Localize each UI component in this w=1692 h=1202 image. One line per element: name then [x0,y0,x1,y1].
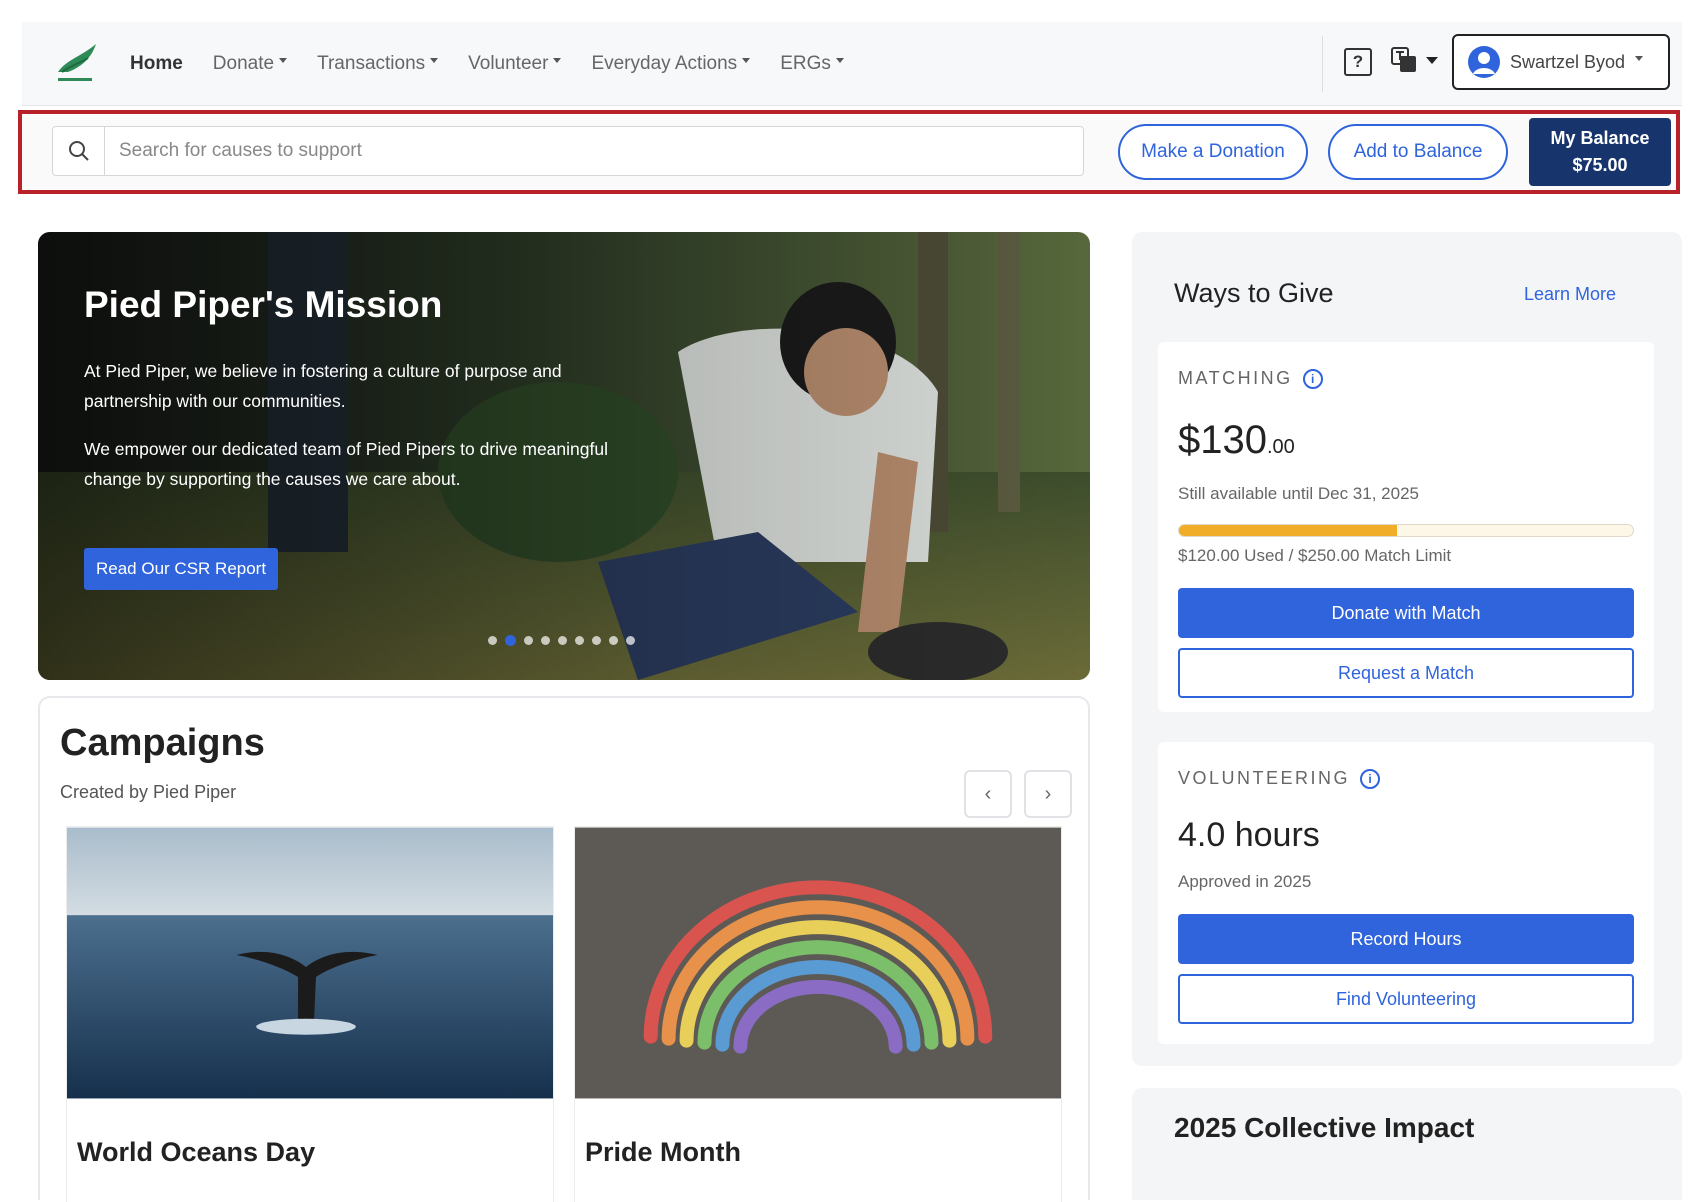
carousel-dot[interactable] [541,636,550,645]
carousel-dot[interactable] [626,636,635,645]
nav-item-donate[interactable]: Donate [212,53,288,75]
nav-item-label: Volunteer [468,53,549,74]
search-box [52,126,1084,176]
whale-tail-image [67,827,553,1099]
collective-impact-panel: 2025 Collective Impact [1132,1088,1682,1200]
chevron-down-icon [1426,56,1438,64]
match-progress-fill [1179,525,1397,536]
nav-item-ergs[interactable]: ERGs [780,53,844,75]
nav-item-label: ERGs [780,53,831,74]
campaigns-section: Campaigns Created by Pied Piper ‹ › Worl… [38,696,1090,1202]
match-progress-bar [1178,524,1634,537]
find-volunteering-button[interactable]: Find Volunteering [1178,974,1634,1024]
campaign-card-title: World Oceans Day [77,1137,316,1167]
make-donation-button[interactable]: Make a Donation [1118,124,1308,180]
balance-value: $75.00 [1572,155,1628,175]
nav-item-everyday-actions[interactable]: Everyday Actions [591,53,751,75]
chalk-rainbow-image [575,827,1061,1099]
ways-to-give-panel: Ways to Give Learn More MATCHING i $130.… [1132,232,1682,1066]
ways-to-give-title: Ways to Give [1174,278,1334,308]
mission-hero-banner: Pied Piper's Mission At Pied Piper, we b… [38,232,1090,680]
match-usage-text: $120.00 Used / $250.00 Match Limit [1178,546,1452,565]
request-match-button[interactable]: Request a Match [1178,648,1634,698]
volunteer-hours: 4.0 hours [1178,816,1320,854]
search-icon[interactable] [53,127,105,175]
action-bar: Make a Donation Add to Balance My Balanc… [18,110,1680,194]
translate-icon [1391,47,1416,72]
matching-label-text: MATCHING [1178,368,1293,388]
top-navbar: Home Donate Transactions Volunteer Everyday … [22,22,1682,106]
language-menu[interactable] [1390,46,1438,74]
nav-divider [1322,36,1323,92]
carousel-dot[interactable] [575,636,584,645]
carousel-dot[interactable] [524,636,533,645]
help-icon[interactable]: ? [1344,48,1372,76]
hero-paragraph-1: At Pied Piper, we believe in fostering a… [84,361,562,411]
volunteering-label: VOLUNTEERING i [1178,768,1381,789]
add-to-balance-button[interactable]: Add to Balance [1328,124,1508,180]
carousel-prev-button[interactable]: ‹ [964,770,1012,818]
nav-item-label: Donate [212,53,275,74]
chevron-down-icon [279,57,288,63]
user-name: Swartzel Byod [1510,51,1626,72]
carousel-dot[interactable] [592,636,601,645]
volunteering-label-text: VOLUNTEERING [1178,768,1351,788]
matching-amount: $130.00 [1178,418,1295,463]
nav-item-label: Transactions [317,53,426,74]
chevron-down-icon [742,57,751,63]
hero-paragraph-2: We empower our dedicated team of Pied Pi… [84,439,608,489]
carousel-dot[interactable] [488,636,497,645]
campaign-card[interactable]: World Oceans Day [66,826,554,1202]
info-icon[interactable]: i [1302,368,1323,389]
campaign-card-title: Pride Month [585,1137,741,1167]
campaigns-title: Campaigns [60,722,265,764]
chevron-down-icon [430,57,439,63]
nav-item-label: Everyday Actions [591,53,738,74]
pied-piper-logo[interactable] [52,38,102,88]
learn-more-link[interactable]: Learn More [1524,284,1616,305]
avatar-icon [1468,46,1500,78]
carousel-dot[interactable] [609,636,618,645]
carousel-next-button[interactable]: › [1024,770,1072,818]
balance-label: My Balance [1550,128,1650,148]
volunteer-approved-text: Approved in 2025 [1178,872,1312,891]
record-hours-button[interactable]: Record Hours [1178,914,1634,964]
matching-availability: Still available until Dec 31, 2025 [1178,484,1419,503]
chevron-down-icon [553,57,562,63]
user-menu-button[interactable]: Swartzel Byod [1452,34,1670,90]
hero-title: Pied Piper's Mission [84,284,443,325]
read-csr-report-button[interactable]: Read Our CSR Report [84,548,279,590]
carousel-dot[interactable] [505,635,516,646]
campaign-card[interactable]: Pride Month [574,826,1062,1202]
matching-amount-dollars: $130 [1178,418,1267,462]
info-icon[interactable]: i [1360,768,1381,789]
matching-amount-cents: .00 [1266,436,1295,458]
matching-card: MATCHING i $130.00 Still available until… [1158,342,1654,712]
carousel-dot[interactable] [558,636,567,645]
main-nav: Home Donate Transactions Volunteer Everyday … [130,22,844,106]
chevron-down-icon [1635,55,1644,61]
nav-item-volunteer[interactable]: Volunteer [468,53,562,75]
carousel-indicators [488,635,635,646]
volunteering-card: VOLUNTEERING i 4.0 hours Approved in 202… [1158,742,1654,1044]
donate-with-match-button[interactable]: Donate with Match [1178,588,1634,638]
campaigns-subtitle: Created by Pied Piper [60,782,237,802]
chevron-down-icon [835,57,844,63]
collective-impact-title: 2025 Collective Impact [1174,1112,1475,1143]
my-balance-button[interactable]: My Balance $75.00 [1529,118,1671,186]
nav-item-transactions[interactable]: Transactions [317,53,439,75]
search-input[interactable] [105,140,1065,162]
nav-item-home[interactable]: Home [130,53,183,75]
matching-label: MATCHING i [1178,368,1323,389]
nav-item-label: Home [130,53,183,74]
